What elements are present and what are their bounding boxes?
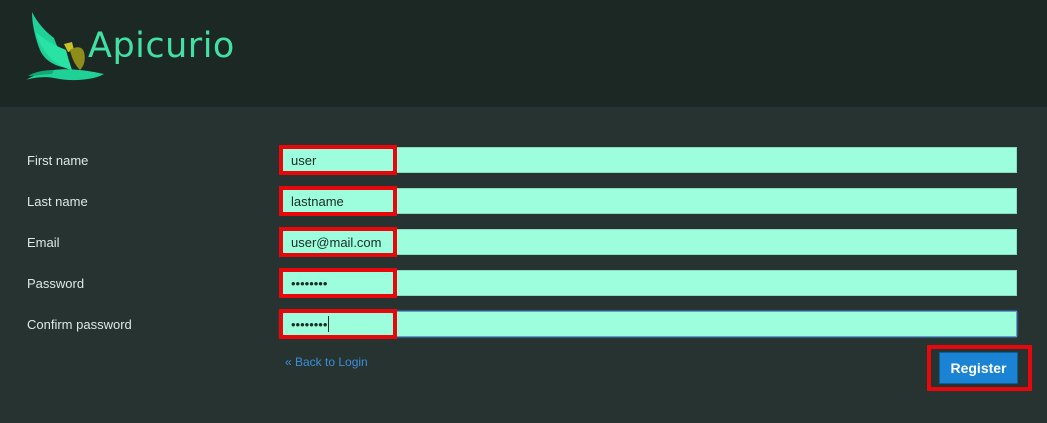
- email-label: Email: [27, 235, 60, 250]
- password-label: Password: [27, 276, 85, 291]
- register-button[interactable]: Register: [939, 352, 1018, 384]
- confirm-password-label: Confirm password: [27, 317, 132, 332]
- first-name-field[interactable]: [280, 147, 1017, 173]
- brand-name: Apicurio: [88, 26, 235, 66]
- password-field[interactable]: [280, 270, 1017, 296]
- email-field[interactable]: [280, 229, 1017, 255]
- back-to-login-link[interactable]: « Back to Login: [285, 355, 368, 370]
- text-caret: [328, 316, 329, 332]
- header: Apicurio: [0, 0, 1047, 107]
- last-name-label: Last name: [27, 194, 88, 209]
- confirm-password-field[interactable]: [280, 311, 1017, 337]
- last-name-field[interactable]: [280, 188, 1017, 214]
- first-name-label: First name: [27, 153, 89, 168]
